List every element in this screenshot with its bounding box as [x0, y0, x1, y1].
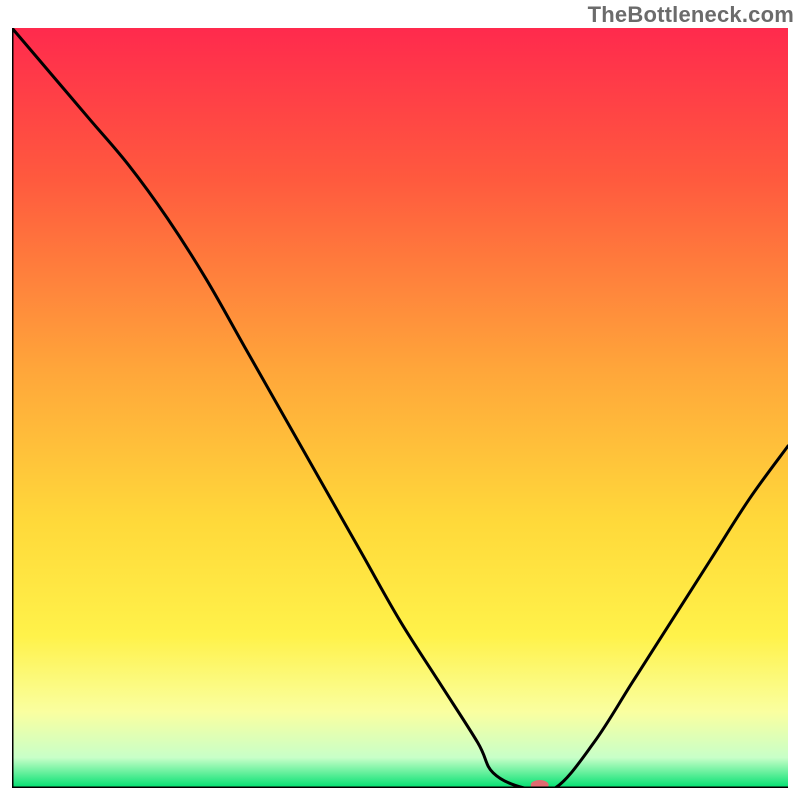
watermark-text: TheBottleneck.com	[588, 2, 794, 28]
bottleneck-chart	[12, 28, 788, 788]
plot-area	[12, 28, 788, 788]
chart-frame: TheBottleneck.com	[0, 0, 800, 800]
gradient-background	[12, 28, 788, 788]
